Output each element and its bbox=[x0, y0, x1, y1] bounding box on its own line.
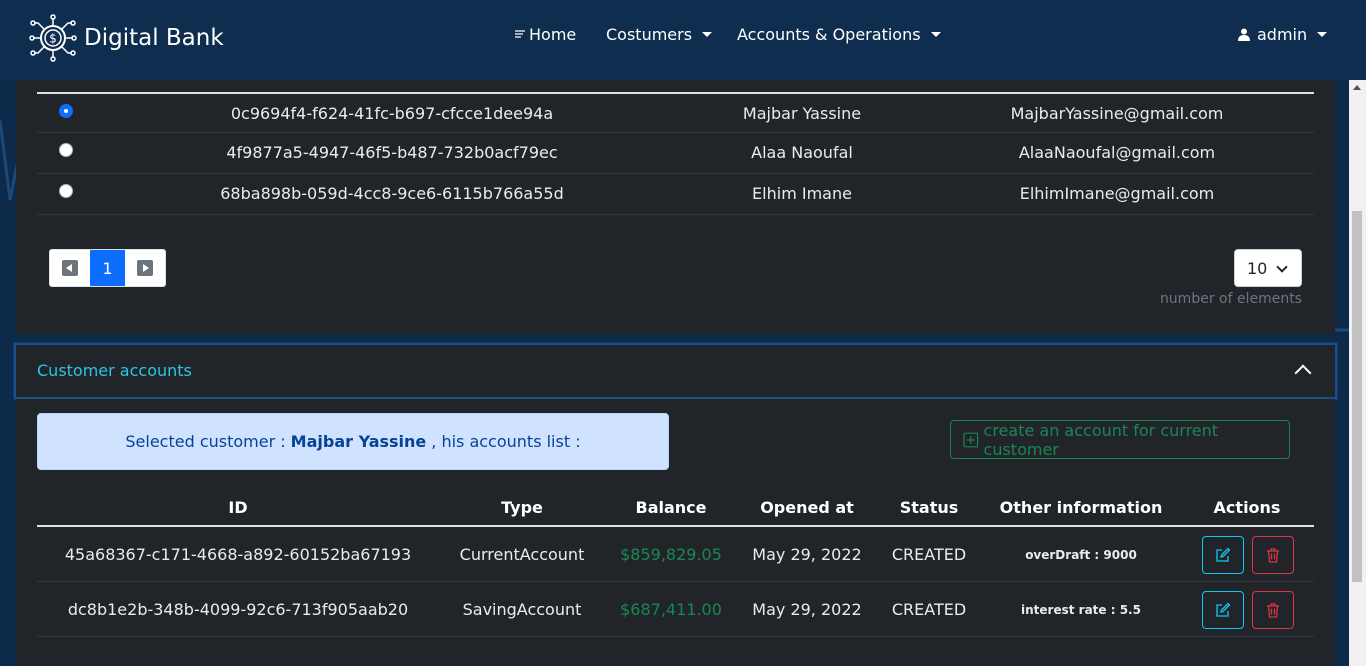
page-size-select[interactable]: 10 bbox=[1234, 249, 1302, 287]
column-header-opened: Opened at bbox=[760, 498, 854, 517]
user-icon bbox=[1238, 28, 1250, 41]
account-type: CurrentAccount bbox=[459, 545, 585, 564]
customer-accounts-accordion-header[interactable]: Customer accounts bbox=[14, 343, 1337, 399]
account-info: overDraft : 9000 bbox=[1025, 548, 1137, 562]
nav-customers-dropdown[interactable]: Costumers bbox=[606, 22, 713, 46]
customer-id: 4f9877a5-4947-46f5-b487-732b0acf79ec bbox=[226, 143, 558, 162]
trash-icon bbox=[1267, 548, 1279, 563]
account-info: interest rate : 5.5 bbox=[1021, 603, 1141, 617]
customers-panel: 0c9694f4-f624-41fc-b697-cfcce1dee94a Maj… bbox=[16, 80, 1335, 334]
scroll-up-arrow-icon[interactable] bbox=[1353, 85, 1361, 90]
nav-accounts-dropdown[interactable]: Accounts & Operations bbox=[737, 22, 941, 46]
customer-name: Alaa Naoufal bbox=[751, 143, 853, 162]
edit-account-button[interactable] bbox=[1202, 591, 1244, 629]
delete-account-button[interactable] bbox=[1252, 536, 1294, 574]
customer-name: Majbar Yassine bbox=[742, 104, 862, 123]
pagination: 1 bbox=[49, 249, 166, 287]
customers-table: 0c9694f4-f624-41fc-b697-cfcce1dee94a Maj… bbox=[37, 92, 1314, 215]
customer-email: AlaaNaoufal@gmail.com bbox=[1018, 143, 1216, 162]
column-header-actions: Actions bbox=[1213, 498, 1281, 517]
brand-title: Digital Bank bbox=[84, 25, 224, 51]
create-account-label: create an account for current customer bbox=[983, 420, 1219, 459]
account-type: SavingAccount bbox=[462, 600, 582, 619]
prev-page-button[interactable] bbox=[50, 250, 90, 286]
selected-customer-name: Majbar Yassine bbox=[290, 432, 427, 451]
customer-select-radio[interactable] bbox=[59, 104, 73, 118]
table-row[interactable]: 0c9694f4-f624-41fc-b697-cfcce1dee94a Maj… bbox=[37, 92, 1314, 133]
column-header-id: ID bbox=[228, 498, 248, 517]
page-size-value: 10 bbox=[1247, 258, 1268, 278]
selected-customer-alert: Selected customer : Majbar Yassine , his… bbox=[37, 413, 669, 470]
customer-id: 68ba898b-059d-4cc8-9ce6-6115b766a55d bbox=[220, 184, 564, 203]
nav-home[interactable]: Home bbox=[514, 22, 576, 46]
svg-text:$: $ bbox=[49, 32, 57, 46]
accounts-table: ID Type Balance Opened at Status Other i… bbox=[37, 489, 1314, 637]
caret-down-icon bbox=[930, 31, 941, 37]
caret-down-icon bbox=[1317, 31, 1328, 37]
table-row[interactable]: 68ba898b-059d-4cc8-9ce6-6115b766a55d Elh… bbox=[37, 174, 1314, 215]
account-opened: May 29, 2022 bbox=[752, 545, 862, 564]
account-balance: $859,829.05 bbox=[620, 545, 722, 564]
column-header-info: Other information bbox=[999, 498, 1163, 517]
customer-select-radio[interactable] bbox=[59, 184, 73, 198]
selected-prefix: Selected customer : bbox=[125, 432, 286, 451]
edit-account-button[interactable] bbox=[1202, 536, 1244, 574]
dollar-circuit-icon: $ bbox=[29, 14, 77, 62]
nav-user-label: admin bbox=[1257, 24, 1308, 44]
chevron-down-icon bbox=[1276, 261, 1288, 273]
plus-square-icon bbox=[963, 432, 979, 447]
nav-accounts-label: Accounts & Operations bbox=[737, 24, 921, 44]
chevron-up-icon bbox=[1294, 364, 1312, 382]
nav-home-label: Home bbox=[529, 24, 577, 44]
account-status: CREATED bbox=[891, 600, 967, 619]
account-opened: May 29, 2022 bbox=[752, 600, 862, 619]
top-navbar: $ Digital Bank Home Costumers Accounts &… bbox=[0, 0, 1366, 80]
customer-name: Elhim Imane bbox=[752, 184, 852, 203]
customer-id: 0c9694f4-f624-41fc-b697-cfcce1dee94a bbox=[230, 104, 554, 123]
table-row: dc8b1e2b-348b-4099-92c6-713f905aab20 Sav… bbox=[37, 582, 1314, 637]
account-id: 45a68367-c171-4668-a892-60152ba67193 bbox=[64, 545, 412, 564]
pencil-square-icon bbox=[1216, 602, 1231, 617]
nav-user-dropdown[interactable]: admin bbox=[1238, 22, 1328, 46]
customer-email: ElhimImane@gmail.com bbox=[1019, 184, 1215, 203]
scrollbar-thumb[interactable] bbox=[1352, 211, 1362, 582]
create-account-button[interactable]: create an account for current customer bbox=[950, 420, 1290, 459]
column-header-balance: Balance bbox=[635, 498, 707, 517]
selected-suffix: , his accounts list : bbox=[431, 432, 581, 451]
account-id: dc8b1e2b-348b-4099-92c6-713f905aab20 bbox=[67, 600, 409, 619]
pencil-square-icon bbox=[1216, 547, 1231, 562]
customer-email: MajbarYassine@gmail.com bbox=[1010, 104, 1224, 123]
brand[interactable]: $ Digital Bank bbox=[28, 14, 224, 62]
next-page-button[interactable] bbox=[125, 250, 165, 286]
current-page-button[interactable]: 1 bbox=[90, 250, 125, 286]
table-row: 45a68367-c171-4668-a892-60152ba67193 Cur… bbox=[37, 527, 1314, 582]
caret-right-square-icon bbox=[136, 260, 153, 276]
page-size-hint: number of elements bbox=[1159, 291, 1302, 307]
trash-icon bbox=[1267, 603, 1279, 618]
customer-select-radio[interactable] bbox=[59, 143, 73, 157]
caret-down-icon bbox=[702, 31, 713, 37]
account-balance: $687,411.00 bbox=[620, 600, 722, 619]
page-scrollbar[interactable] bbox=[1349, 80, 1366, 666]
account-status: CREATED bbox=[891, 545, 967, 564]
column-header-status: Status bbox=[899, 498, 959, 517]
nav-customers-label: Costumers bbox=[606, 24, 693, 44]
accordion-title: Customer accounts bbox=[37, 361, 192, 380]
delete-account-button[interactable] bbox=[1252, 591, 1294, 629]
table-header: ID Type Balance Opened at Status Other i… bbox=[37, 489, 1314, 527]
column-header-type: Type bbox=[501, 498, 543, 517]
customer-accounts-panel: Selected customer : Majbar Yassine , his… bbox=[16, 399, 1335, 666]
caret-left-square-icon bbox=[62, 260, 79, 276]
menu-lines-icon bbox=[515, 30, 525, 38]
table-row[interactable]: 4f9877a5-4947-46f5-b487-732b0acf79ec Ala… bbox=[37, 133, 1314, 174]
